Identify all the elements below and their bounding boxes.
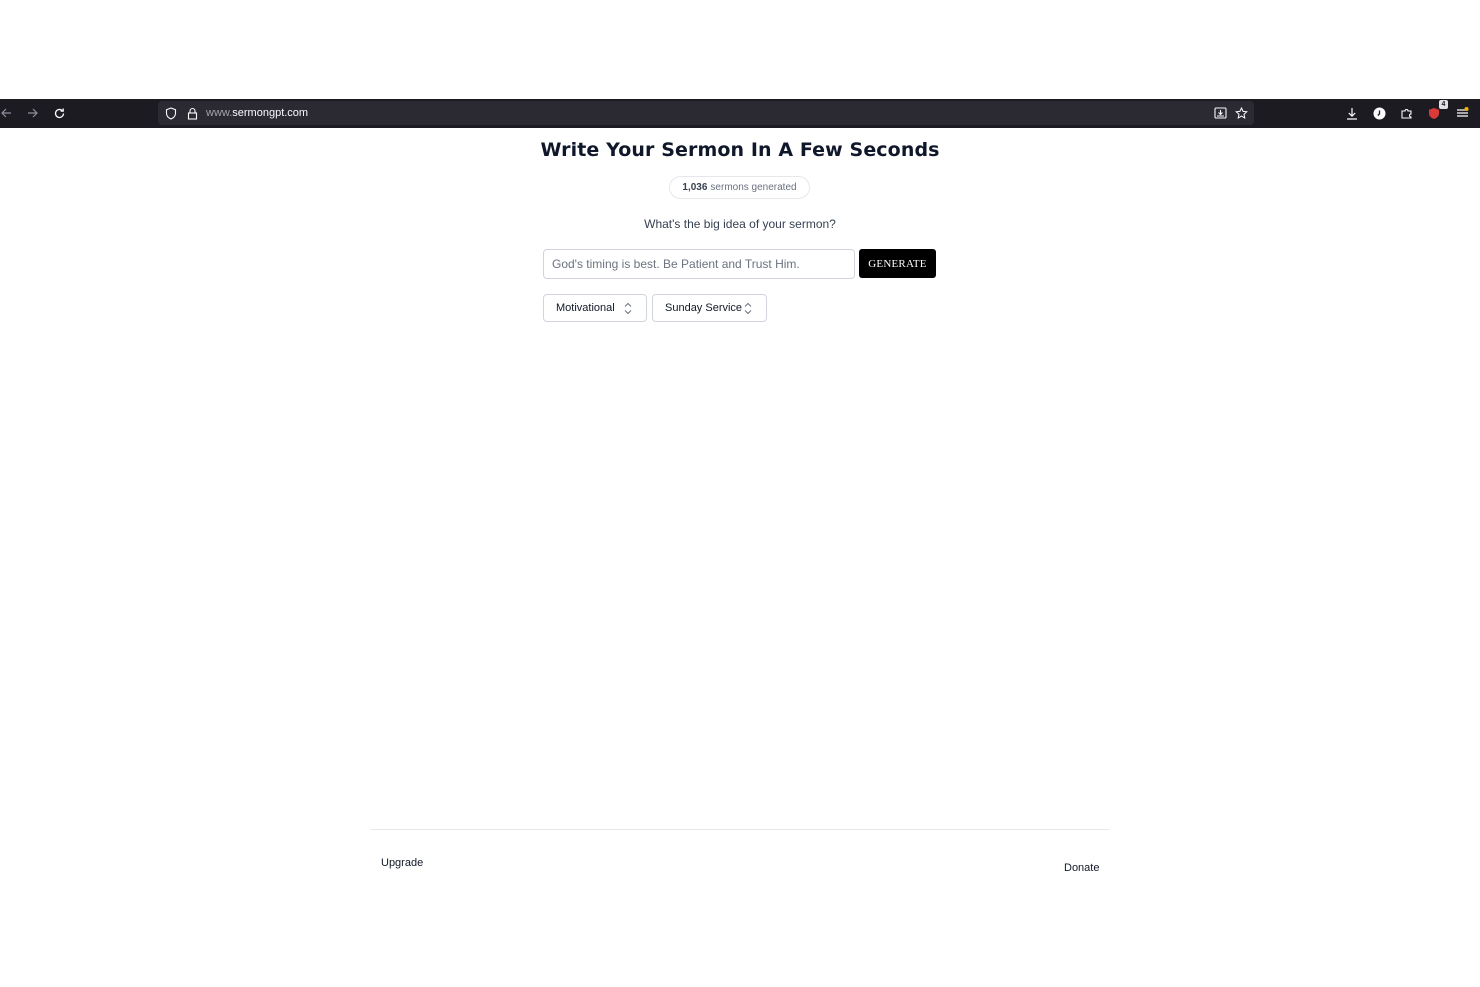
addon-shield-button[interactable]: 4	[1423, 100, 1448, 123]
url-text[interactable]: www.sermongpt.com	[206, 106, 308, 120]
addon-shield-icon	[1429, 107, 1439, 119]
url-domain: sermongpt.com	[232, 107, 309, 119]
counter-number: 1,036	[682, 182, 708, 193]
donate-link[interactable]: Donate	[1064, 862, 1099, 874]
occasion-select-value: Sunday Service	[665, 302, 743, 314]
url-prefix: www.	[206, 107, 233, 119]
sermon-idea-input[interactable]	[543, 249, 855, 279]
screen: www.sermongpt.com 4 Write Your Sermon In…	[0, 0, 1480, 987]
reload-icon	[54, 108, 64, 118]
chevron-up-down-icon	[744, 302, 752, 315]
reader-view-icon[interactable]	[1212, 105, 1228, 121]
account-circle-icon	[1373, 107, 1385, 119]
address-bar[interactable]: www.sermongpt.com	[158, 101, 1254, 125]
tone-select-value: Motivational	[556, 302, 615, 314]
back-button[interactable]	[0, 103, 17, 123]
chevron-up-down-icon	[624, 302, 632, 315]
bookmark-star-icon[interactable]	[1233, 105, 1249, 121]
footer-divider	[371, 829, 1109, 830]
page-content: Write Your Sermon In A Few Seconds 1,036…	[0, 128, 1480, 888]
counter-label: sermons generated	[710, 182, 797, 193]
arrow-left-icon	[1, 108, 11, 118]
browser-toolbar: www.sermongpt.com 4	[0, 99, 1480, 128]
lock-icon[interactable]	[184, 105, 200, 121]
reload-button[interactable]	[48, 103, 70, 123]
sermons-counter: 1,036 sermons generated	[669, 176, 810, 199]
download-icon	[1347, 107, 1357, 120]
page-title: Write Your Sermon In A Few Seconds	[540, 139, 940, 161]
extensions-button[interactable]	[1395, 103, 1417, 123]
arrow-right-icon	[28, 108, 38, 118]
puzzle-icon	[1400, 108, 1412, 119]
tone-select[interactable]: Motivational	[543, 294, 647, 322]
account-button[interactable]	[1368, 103, 1390, 123]
downloads-button[interactable]	[1341, 103, 1363, 123]
app-menu-button[interactable]	[1451, 103, 1473, 123]
generate-button[interactable]: GENERATE	[859, 249, 936, 278]
extension-badge: 4	[1439, 100, 1448, 109]
forward-button[interactable]	[22, 103, 44, 123]
occasion-select[interactable]: Sunday Service	[652, 294, 767, 322]
hamburger-menu-icon	[1456, 107, 1468, 117]
upgrade-link[interactable]: Upgrade	[381, 857, 423, 869]
shield-icon[interactable]	[163, 105, 179, 121]
idea-question: What's the big idea of your sermon?	[644, 217, 836, 231]
